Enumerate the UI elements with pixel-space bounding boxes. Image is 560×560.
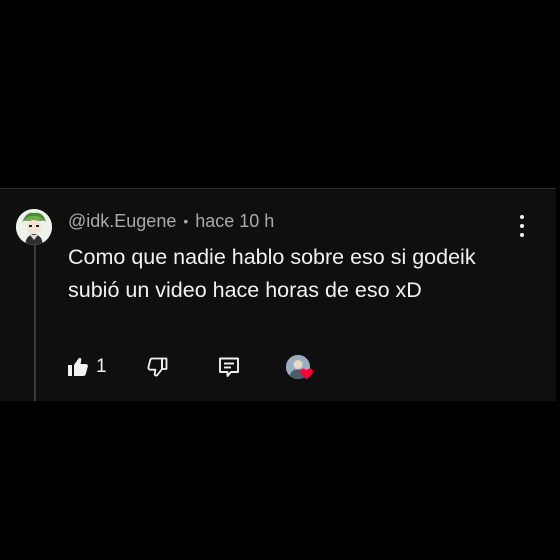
more-vertical-icon: [520, 215, 524, 219]
comment-header: @idk.Eugene • hace 10 h: [68, 209, 274, 233]
comment-text: Como que nadie hablo sobre eso si godeik…: [68, 245, 476, 302]
thumbs-up-filled-icon: [68, 357, 88, 376]
comment-actions: 1: [66, 353, 336, 381]
screen: @idk.Eugene • hace 10 h Como que nadie h…: [0, 0, 560, 560]
like-count: 1: [96, 356, 107, 377]
anime-character-avatar-icon: [16, 209, 52, 245]
author-avatar[interactable]: [16, 209, 52, 245]
reply-comment-icon: [219, 357, 239, 377]
comment-card: @idk.Eugene • hace 10 h Como que nadie h…: [0, 188, 556, 401]
thumbs-down-icon: [147, 357, 168, 377]
dislike-button[interactable]: [146, 353, 170, 381]
creator-heart-icon: [300, 368, 313, 380]
more-options-button[interactable]: [510, 213, 534, 239]
author-handle[interactable]: @idk.Eugene: [68, 211, 176, 232]
header-separator: •: [183, 213, 189, 229]
creator-heart: [286, 353, 318, 381]
creator-avatar: [286, 355, 313, 380]
thread-line: [34, 241, 36, 401]
reply-button[interactable]: [216, 353, 242, 381]
comment-timestamp[interactable]: hace 10 h: [195, 211, 274, 232]
like-button[interactable]: 1: [66, 353, 107, 381]
